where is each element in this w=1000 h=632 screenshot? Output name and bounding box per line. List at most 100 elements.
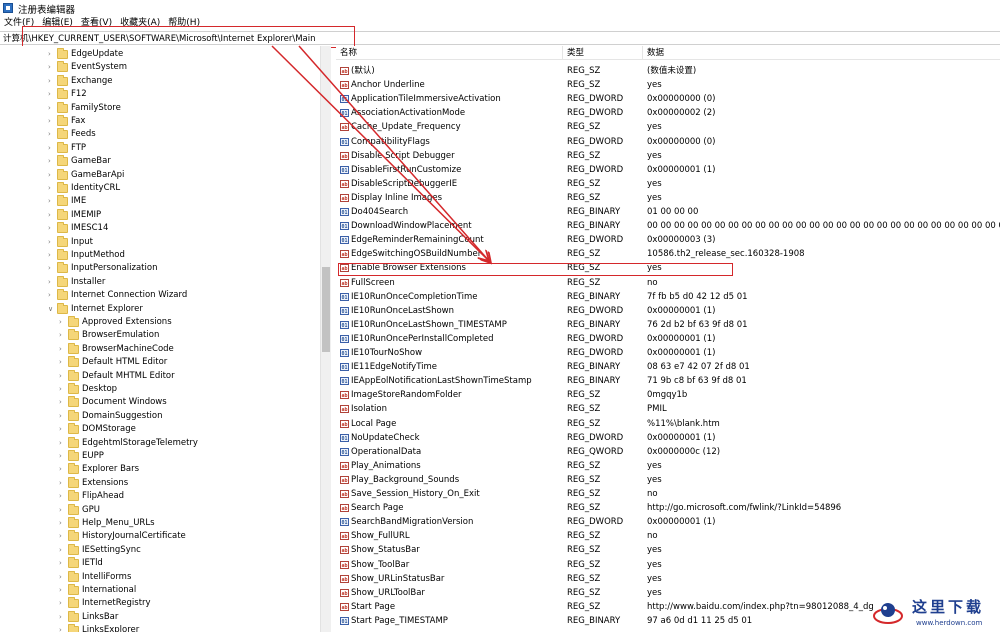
value-row[interactable]: 01 IE10RunOnceLastShown_TIMESTAMP REG_BINA… [336,318,1000,332]
value-row[interactable]: ab Isolation REG_SZ PMIL [336,402,1000,416]
tree-item[interactable]: › Exchange [0,74,320,88]
chevron-right-icon[interactable]: › [59,343,65,356]
tree-item[interactable]: › F12 [0,88,320,101]
chevron-down-icon[interactable]: ∨ [48,303,54,316]
tree-item[interactable]: › InternetRegistry [0,597,320,610]
chevron-right-icon[interactable]: › [48,115,54,128]
chevron-right-icon[interactable]: › [48,75,54,88]
chevron-right-icon[interactable]: › [48,262,54,275]
tree-item[interactable]: › IETld [0,557,320,570]
chevron-right-icon[interactable]: › [59,530,65,543]
chevron-right-icon[interactable]: › [48,61,54,74]
chevron-right-icon[interactable]: › [59,571,65,584]
value-row[interactable]: 01 IE10RunOnceCompletionTime REG_BINARY 7f … [336,290,1000,304]
menu-help[interactable]: 帮助(H) [164,16,204,30]
value-row[interactable]: 01 OperationalData REG_QWORD 0x0000000c (12… [336,445,1000,459]
tree-item[interactable]: › EventSystem [0,61,320,74]
chevron-right-icon[interactable]: › [59,383,65,396]
tree-item[interactable]: › Default HTML Editor [0,356,320,369]
tree-scrollbar[interactable] [320,46,331,632]
value-row[interactable]: ab Anchor Underline REG_SZ yes [336,78,1000,92]
value-row[interactable]: ab Search Page REG_SZ http://go.microsoft.c… [336,501,1000,515]
menu-edit[interactable]: 编辑(E) [38,16,77,30]
chevron-right-icon[interactable]: › [59,584,65,597]
value-row[interactable]: ab Play_Background_Sounds REG_SZ yes [336,473,1000,487]
tree-item[interactable]: › BrowserMachineCode [0,342,320,356]
chevron-right-icon[interactable]: › [48,102,54,115]
tree-item[interactable]: › Desktop [0,383,320,396]
address-path[interactable]: 计算机\HKEY_CURRENT_USER\SOFTWARE\Microsoft… [3,33,316,45]
value-row[interactable]: ab DisableScriptDebuggerIE REG_SZ yes [336,177,1000,191]
chevron-right-icon[interactable]: › [48,142,54,155]
tree-item[interactable]: › HistoryJournalCertificate [0,530,320,543]
tree-item[interactable]: › GameBar [0,155,320,168]
tree-item[interactable]: › IdentityCRL [0,182,320,195]
chevron-right-icon[interactable]: › [59,517,65,530]
chevron-right-icon[interactable]: › [48,155,54,168]
tree-item[interactable]: › LinksExplorer [0,624,320,632]
chevron-right-icon[interactable]: › [59,504,65,517]
value-row[interactable]: ab Play_Animations REG_SZ yes [336,459,1000,473]
value-row[interactable]: 01 EdgeReminderRemainingCount REG_DWORD 0x0… [336,233,1000,247]
chevron-right-icon[interactable]: › [48,182,54,195]
tree-item[interactable]: › FTP [0,141,320,155]
tree-item[interactable]: › LinksBar [0,610,320,624]
chevron-right-icon[interactable]: › [59,544,65,557]
menu-view[interactable]: 查看(V) [77,16,116,30]
value-row[interactable]: 01 ApplicationTileImmersiveActivation REG_… [336,92,1000,106]
chevron-right-icon[interactable]: › [59,396,65,409]
value-row[interactable]: 01 NoUpdateCheck REG_DWORD 0x00000001 (1) [336,431,1000,445]
value-row[interactable]: ab Local Page REG_SZ %11%\blank.htm [336,417,1000,431]
tree-item[interactable]: ∨ Internet Explorer [0,302,320,316]
tree-item[interactable]: › InputMethod [0,249,320,262]
chevron-right-icon[interactable]: › [59,370,65,383]
tree-item[interactable]: › IMEMIP [0,208,320,222]
tree-item[interactable]: › DomainSuggestion [0,409,320,423]
value-row[interactable]: ab Save_Session_History_On_Exit REG_SZ no [336,487,1000,501]
tree-item[interactable]: › DOMStorage [0,423,320,436]
chevron-right-icon[interactable]: › [59,437,65,450]
chevron-right-icon[interactable]: › [59,450,65,463]
value-row[interactable]: ab Enable Browser Extensions REG_SZ yes [336,261,1000,275]
chevron-right-icon[interactable]: › [59,410,65,423]
value-row[interactable]: ab (默认) REG_SZ (数值未设置) [336,64,1000,78]
value-row[interactable]: ab ImageStoreRandomFolder REG_SZ 0mgqy1b [336,388,1000,402]
value-row[interactable]: 01 AssociationActivationMode REG_DWORD 0x00… [336,106,1000,120]
value-row[interactable]: 01 IE10RunOncePerInstallCompleted REG_DWOR… [336,332,1000,346]
menu-file[interactable]: 文件(F) [0,16,38,30]
value-row[interactable]: ab Show_StatusBar REG_SZ yes [336,543,1000,557]
value-row[interactable]: ab Disable Script Debugger REG_SZ yes [336,149,1000,163]
chevron-right-icon[interactable]: › [59,597,65,610]
value-row[interactable]: ab Cache_Update_Frequency REG_SZ yes [336,120,1000,134]
chevron-right-icon[interactable]: › [48,276,54,289]
tree-item[interactable]: › Approved Extensions [0,316,320,329]
tree-item[interactable]: › Input [0,235,320,249]
tree-item[interactable]: › EdgehtmlStorageTelemetry [0,436,320,450]
tree-item[interactable]: › IESettingSync [0,543,320,557]
tree-item[interactable]: › GameBarApi [0,168,320,182]
tree-item[interactable]: › EdgeUpdate [0,48,320,61]
tree-item[interactable]: › Fax [0,115,320,128]
value-row[interactable]: ab Show_ToolBar REG_SZ yes [336,558,1000,572]
tree-item[interactable]: › GPU [0,503,320,517]
tree-item[interactable]: › Extensions [0,476,320,490]
value-row[interactable]: 01 IE10RunOnceLastShown REG_DWORD 0x0000000… [336,304,1000,318]
column-header-data[interactable]: 数据 [647,46,664,60]
tree-item[interactable]: › FamilyStore [0,101,320,115]
chevron-right-icon[interactable]: › [59,557,65,570]
chevron-right-icon[interactable]: › [48,195,54,208]
tree-scrollbar-thumb[interactable] [322,267,330,352]
column-header-type[interactable]: 类型 [567,46,584,60]
value-row[interactable]: ab Show_URLinStatusBar REG_SZ yes [336,572,1000,586]
chevron-right-icon[interactable]: › [48,88,54,101]
address-bar[interactable]: 计算机\HKEY_CURRENT_USER\SOFTWARE\Microsoft… [0,31,1000,45]
chevron-right-icon[interactable]: › [59,611,65,624]
value-row[interactable]: ab Show_FullURL REG_SZ no [336,529,1000,543]
tree-item[interactable]: › EUPP [0,450,320,463]
tree-item[interactable]: › Feeds [0,128,320,141]
chevron-right-icon[interactable]: › [48,222,54,235]
chevron-right-icon[interactable]: › [59,316,65,329]
tree-item[interactable]: › BrowserEmulation [0,329,320,342]
tree-item[interactable]: › Explorer Bars [0,463,320,476]
value-row[interactable]: 01 Do404Search REG_BINARY 01 00 00 00 [336,205,1000,219]
